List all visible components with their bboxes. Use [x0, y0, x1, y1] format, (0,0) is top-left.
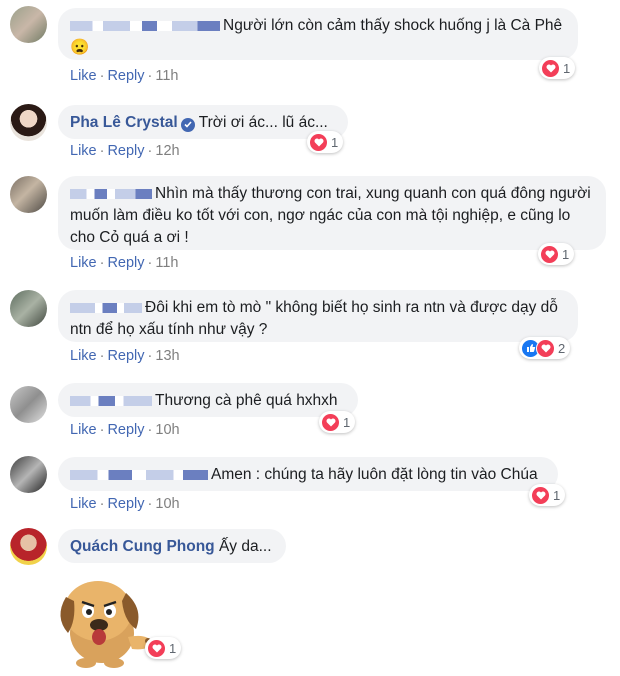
reaction-count[interactable]: 1 — [538, 243, 575, 265]
timestamp[interactable]: 12h — [155, 143, 179, 159]
avatar[interactable] — [10, 386, 47, 423]
comment-text: Amen : chúng ta hãy luôn đặt lòng tin và… — [211, 466, 538, 483]
timestamp[interactable]: 10h — [155, 496, 179, 512]
like-link[interactable]: Like — [70, 348, 97, 364]
heart-icon — [540, 244, 559, 264]
comment-bubble: Amen : chúng ta hãy luôn đặt lòng tin và… — [58, 457, 558, 491]
heart-icon — [531, 485, 550, 505]
avatar[interactable] — [10, 6, 47, 43]
timestamp[interactable]: 11h — [155, 255, 178, 271]
reaction-count[interactable]: 1 — [145, 637, 182, 659]
redacted-author[interactable] — [70, 188, 152, 199]
comment-bubble: Quách Cung Phong Ấy da... — [58, 529, 286, 563]
avatar[interactable] — [10, 290, 47, 327]
reply-link[interactable]: Reply — [107, 68, 144, 84]
like-link[interactable]: Like — [70, 422, 97, 438]
comment-text: Thương cà phê quá hxhxh — [155, 392, 338, 409]
heart-icon — [309, 132, 328, 152]
avatar[interactable] — [10, 176, 47, 213]
timestamp[interactable]: 13h — [155, 348, 179, 364]
like-link[interactable]: Like — [70, 143, 97, 159]
avatar[interactable] — [10, 456, 47, 493]
comment-actions: Like · Reply · 10h — [70, 422, 180, 438]
comment-bubble: Thương cà phê quá hxhxh — [58, 383, 358, 417]
heart-icon — [147, 638, 166, 658]
like-link[interactable]: Like — [70, 255, 97, 271]
reply-link[interactable]: Reply — [107, 255, 144, 271]
sad-face-emoji: 😦 — [70, 39, 90, 56]
verified-icon — [180, 117, 195, 132]
dog-sticker[interactable] — [52, 571, 160, 671]
comment-text: Ấy da... — [218, 538, 272, 555]
timestamp[interactable]: 10h — [155, 422, 179, 438]
reply-link[interactable]: Reply — [107, 143, 144, 159]
comment-bubble: Người lớn còn cảm thấy shock huống j là … — [58, 8, 578, 60]
avatar[interactable] — [10, 104, 47, 141]
comment-text: Người lớn còn cảm thấy shock huống j là … — [223, 17, 563, 34]
reaction-count[interactable]: 1 — [539, 57, 576, 79]
comment-author[interactable]: Quách Cung Phong — [70, 538, 215, 555]
redacted-author[interactable] — [70, 20, 220, 31]
heart-icon — [321, 412, 340, 432]
comment-actions: Like · Reply · 12h — [70, 143, 180, 159]
reaction-count[interactable]: 1 — [319, 411, 356, 433]
comment-actions: Like · Reply · 11h — [70, 255, 179, 271]
heart-icon — [536, 338, 555, 358]
comment-text: Trời ơi ác... lũ ác... — [198, 114, 328, 131]
comment-text: Đôi khi em tò mò " không biết họ sinh ra… — [70, 299, 558, 338]
comment-actions: Like · Reply · 13h — [70, 348, 180, 364]
reply-link[interactable]: Reply — [107, 422, 144, 438]
comment-actions: Like · Reply · 10h — [70, 496, 180, 512]
like-link[interactable]: Like — [70, 496, 97, 512]
comment-author[interactable]: Pha Lê Crystal — [70, 114, 178, 131]
reaction-count[interactable]: 2 — [519, 337, 571, 359]
reaction-count[interactable]: 1 — [307, 131, 344, 153]
reaction-count[interactable]: 1 — [529, 484, 566, 506]
heart-icon — [541, 58, 560, 78]
timestamp[interactable]: 11h — [155, 68, 178, 84]
reply-link[interactable]: Reply — [107, 496, 144, 512]
comment-bubble: Pha Lê Crystal Trời ơi ác... lũ ác... — [58, 105, 348, 139]
comment-bubble: Đôi khi em tò mò " không biết họ sinh ra… — [58, 290, 578, 342]
reply-link[interactable]: Reply — [107, 348, 144, 364]
comment-bubble: Nhìn mà thấy thương con trai, xung quanh… — [58, 176, 606, 250]
redacted-author[interactable] — [70, 395, 152, 406]
comment-actions: Like · Reply · 11h — [70, 68, 179, 84]
redacted-author[interactable] — [70, 302, 142, 313]
like-link[interactable]: Like — [70, 68, 97, 84]
redacted-author[interactable] — [70, 469, 208, 480]
avatar[interactable] — [10, 528, 47, 565]
